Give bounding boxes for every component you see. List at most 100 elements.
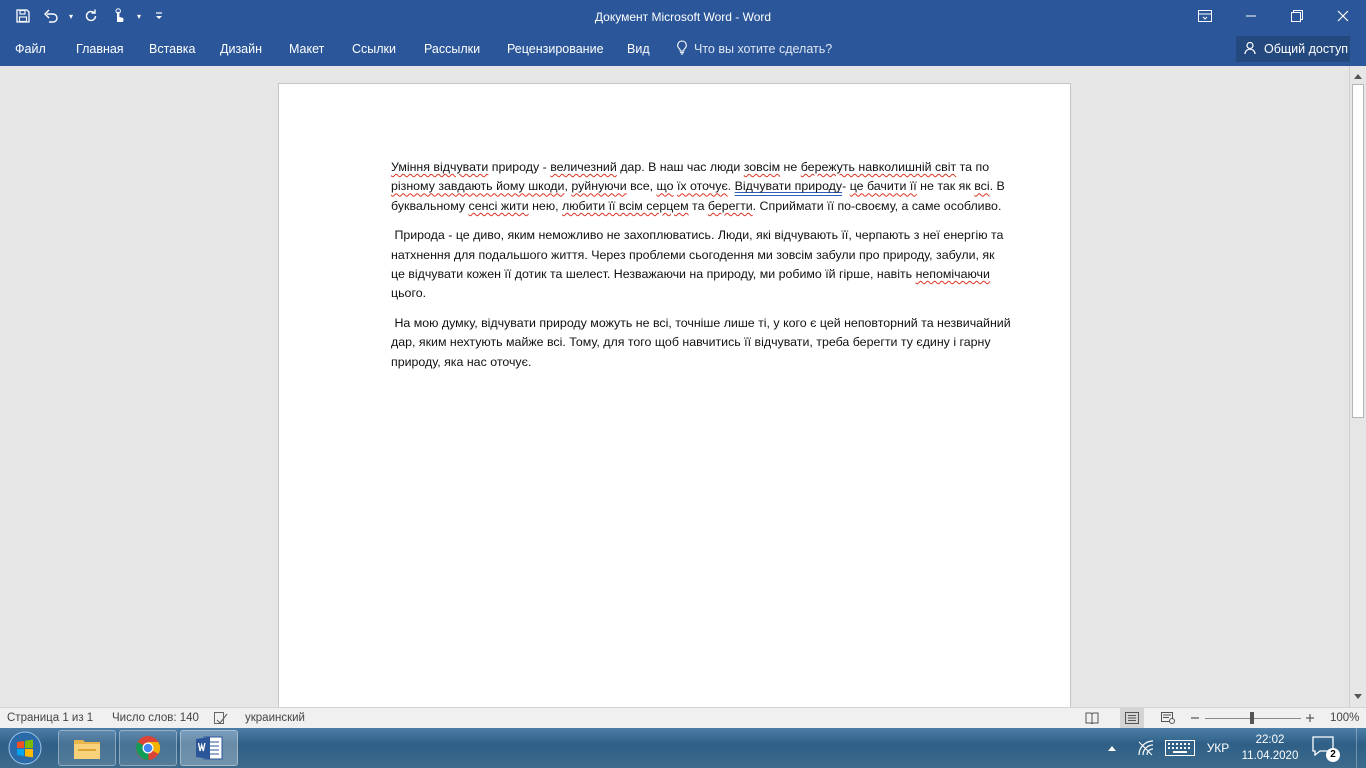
scroll-up-icon[interactable] <box>1350 68 1366 84</box>
document-body[interactable]: Уміння відчувати природу - величезний да… <box>391 158 1011 382</box>
tell-me-box[interactable]: Что вы хотите сделать? <box>676 40 832 58</box>
zoom-in-icon[interactable] <box>1302 710 1318 726</box>
tell-me-placeholder: Что вы хотите сделать? <box>694 42 833 56</box>
show-desktop-button[interactable] <box>1356 728 1366 768</box>
paragraph-text: - <box>842 179 850 194</box>
paragraph-text: не <box>780 160 801 174</box>
save-icon[interactable] <box>10 3 36 29</box>
title-bar: ▾ ▾ Документ Microsoft Word - Word <box>0 0 1366 32</box>
document-page[interactable]: Уміння відчувати природу - величезний да… <box>278 83 1071 707</box>
read-mode-icon[interactable] <box>1084 710 1100 726</box>
paragraph-text: дар. В наш час люди <box>616 160 744 174</box>
word-count[interactable]: Число слов: 140 <box>112 711 199 726</box>
tab-review[interactable]: Рецензирование <box>507 40 604 58</box>
zoom-out-icon[interactable] <box>1187 710 1203 726</box>
taskbar-word[interactable] <box>180 730 238 766</box>
lightbulb-icon <box>676 40 688 58</box>
share-button[interactable]: Общий доступ <box>1236 36 1350 62</box>
quick-access-toolbar: ▾ ▾ <box>10 0 172 32</box>
undo-dropdown-icon[interactable]: ▾ <box>66 3 76 29</box>
paragraph-text: . <box>727 179 735 194</box>
ribbon-display-options-icon[interactable] <box>1182 0 1228 32</box>
customize-icon[interactable] <box>146 3 172 29</box>
document-paragraph[interactable]: Природа - це диво, яким неможливо не зах… <box>391 226 1011 304</box>
print-layout-icon[interactable] <box>1120 708 1144 728</box>
taskbar: УКР 22:02 11.04.2020 2 <box>0 728 1366 768</box>
paragraph-text: природу - <box>488 160 551 174</box>
clock-time: 22:02 <box>1255 734 1285 746</box>
spelling-error-text: любити її всім серцем <box>562 198 689 213</box>
repeat-icon[interactable] <box>78 3 104 29</box>
paragraph-text: Природа - це диво, яким неможливо не зах… <box>391 228 1007 282</box>
paragraph-text: нею, <box>528 198 562 213</box>
tab-references[interactable]: Ссылки <box>352 40 396 58</box>
notification-button[interactable]: 2 <box>1312 736 1340 762</box>
scroll-down-icon[interactable] <box>1350 689 1366 705</box>
restore-icon[interactable] <box>1274 0 1320 32</box>
undo-icon[interactable] <box>38 3 64 29</box>
zoom-slider-thumb[interactable] <box>1250 712 1254 724</box>
spelling-error-text: величезний <box>550 160 617 174</box>
window-title: Документ Microsoft Word - Word <box>594 10 772 24</box>
scrollbar-thumb[interactable] <box>1352 84 1364 418</box>
tab-view[interactable]: Вид <box>627 40 650 58</box>
windows-logo-icon <box>8 731 42 765</box>
zoom-level[interactable]: 100% <box>1330 711 1359 726</box>
tab-mailings[interactable]: Рассылки <box>424 40 480 58</box>
start-button[interactable] <box>4 729 46 767</box>
share-label: Общий доступ <box>1264 42 1348 56</box>
spelling-error-text: це бачити її <box>849 179 917 194</box>
spelling-error-text: руйнуючи <box>571 179 627 194</box>
touch-mode-icon[interactable] <box>106 3 132 29</box>
paragraph-text: та по <box>956 160 993 174</box>
keyboard-icon[interactable] <box>1163 728 1197 768</box>
paragraph-text: та <box>688 198 708 213</box>
spelling-error-text: різному завдають йому шкоди <box>391 179 565 194</box>
person-icon <box>1244 41 1258 58</box>
spelling-error-text: що <box>656 179 674 194</box>
tray-overflow-icon[interactable] <box>1104 728 1120 768</box>
spelling-error-text: бережуть навколишній світ <box>800 160 957 174</box>
spelling-error-text: зовсім <box>743 160 781 174</box>
spelling-error-text: сенсі жити <box>468 198 529 213</box>
minimize-icon[interactable] <box>1228 0 1274 32</box>
document-paragraph[interactable]: На мою думку, відчувати природу можуть н… <box>391 314 1011 372</box>
paragraph-text: все, <box>626 179 657 194</box>
proofing-icon[interactable] <box>213 710 229 726</box>
notification-count: 2 <box>1326 748 1340 762</box>
grammar-error-text: Відчувати природу <box>734 179 843 194</box>
spelling-error-text: берегти <box>707 198 753 213</box>
taskbar-chrome[interactable] <box>119 730 177 766</box>
vertical-scrollbar[interactable] <box>1349 66 1366 707</box>
touch-dropdown-icon[interactable]: ▾ <box>134 3 144 29</box>
tab-file[interactable]: Файл <box>15 40 46 58</box>
input-language[interactable]: УКР <box>1202 728 1234 768</box>
taskbar-explorer[interactable] <box>58 730 116 766</box>
tab-insert[interactable]: Вставка <box>149 40 195 58</box>
tab-layout[interactable]: Макет <box>289 40 324 58</box>
language-indicator[interactable]: украинский <box>245 711 305 726</box>
document-paragraph[interactable]: Уміння відчувати природу - величезний да… <box>391 158 1011 216</box>
web-layout-icon[interactable] <box>1160 710 1176 726</box>
close-icon[interactable] <box>1320 0 1366 32</box>
paragraph-text: На мою думку, відчувати природу можуть н… <box>391 315 1015 369</box>
spelling-error-text: Уміння відчувати <box>391 160 489 174</box>
spelling-error-text: всі <box>974 179 990 194</box>
paragraph-text: не так як <box>916 179 975 194</box>
ribbon-tabs: Файл Главная Вставка Дизайн Макет Ссылки… <box>0 32 1366 66</box>
status-bar: Страница 1 из 1 Число слов: 140 украинск… <box>0 707 1366 728</box>
network-icon[interactable] <box>1135 728 1157 768</box>
word-icon <box>196 736 223 760</box>
taskbar-clock[interactable]: 22:02 11.04.2020 <box>1238 732 1302 764</box>
explorer-icon <box>74 740 100 759</box>
window-controls <box>1182 0 1366 32</box>
spelling-error-text: непомічаючи <box>915 267 990 282</box>
document-area: Уміння відчувати природу - величезний да… <box>0 66 1349 707</box>
tab-design[interactable]: Дизайн <box>220 40 262 58</box>
clock-date: 11.04.2020 <box>1241 750 1299 762</box>
paragraph-text: . Сприймати її по-своєму, а саме особлив… <box>752 198 1002 213</box>
page-count[interactable]: Страница 1 из 1 <box>7 711 93 726</box>
chrome-icon <box>136 736 161 761</box>
spelling-error-text: їх оточує <box>676 179 728 194</box>
tab-home[interactable]: Главная <box>76 40 124 58</box>
